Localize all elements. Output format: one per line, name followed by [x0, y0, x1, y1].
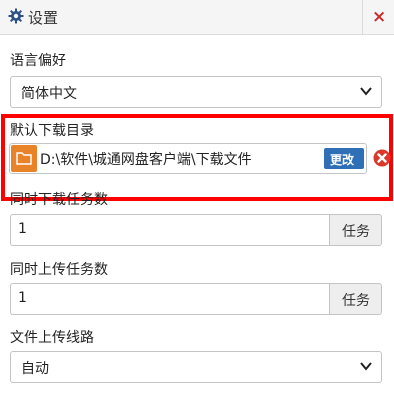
- download-dir-label: 默认下载目录: [10, 123, 94, 139]
- upload-route-label: 文件上传线路: [10, 330, 94, 346]
- download-tasks-unit: 任务: [329, 214, 382, 246]
- chevron-down-icon: [360, 362, 372, 371]
- upload-route-selected-value: 自动: [21, 361, 49, 377]
- language-selected-value: 简体中文: [21, 86, 77, 102]
- upload-tasks-value: 1: [18, 290, 27, 306]
- upload-route-select[interactable]: 自动: [10, 351, 382, 383]
- download-dir-field[interactable]: D:\软件\城通网盘客户端\下载文件 更改: [9, 143, 367, 174]
- change-dir-button[interactable]: 更改: [324, 148, 364, 169]
- upload-tasks-unit-label: 任务: [342, 293, 370, 309]
- language-select[interactable]: 简体中文: [10, 76, 382, 108]
- title-bar: 设置 ×: [0, 0, 394, 35]
- download-tasks-value: 1: [18, 221, 27, 237]
- delete-icon[interactable]: [373, 149, 391, 167]
- gear-icon: [8, 8, 24, 24]
- window-title: 设置: [28, 9, 59, 27]
- download-tasks-input[interactable]: 1: [10, 214, 330, 246]
- download-tasks-label: 同时下载任务数: [10, 192, 108, 208]
- folder-icon: [16, 152, 32, 165]
- language-label: 语言偏好: [10, 53, 66, 69]
- change-dir-label: 更改: [330, 153, 355, 167]
- chevron-down-icon: [360, 87, 372, 96]
- close-icon[interactable]: ×: [372, 7, 386, 27]
- browse-folder-button[interactable]: [11, 145, 37, 172]
- upload-tasks-input[interactable]: 1: [10, 283, 330, 315]
- download-dir-path: D:\软件\城通网盘客户端\下载文件: [40, 152, 252, 168]
- upload-tasks-label: 同时上传任务数: [10, 262, 108, 278]
- close-button[interactable]: ×: [362, 0, 394, 35]
- download-tasks-unit-label: 任务: [342, 224, 370, 240]
- upload-tasks-unit: 任务: [329, 283, 382, 315]
